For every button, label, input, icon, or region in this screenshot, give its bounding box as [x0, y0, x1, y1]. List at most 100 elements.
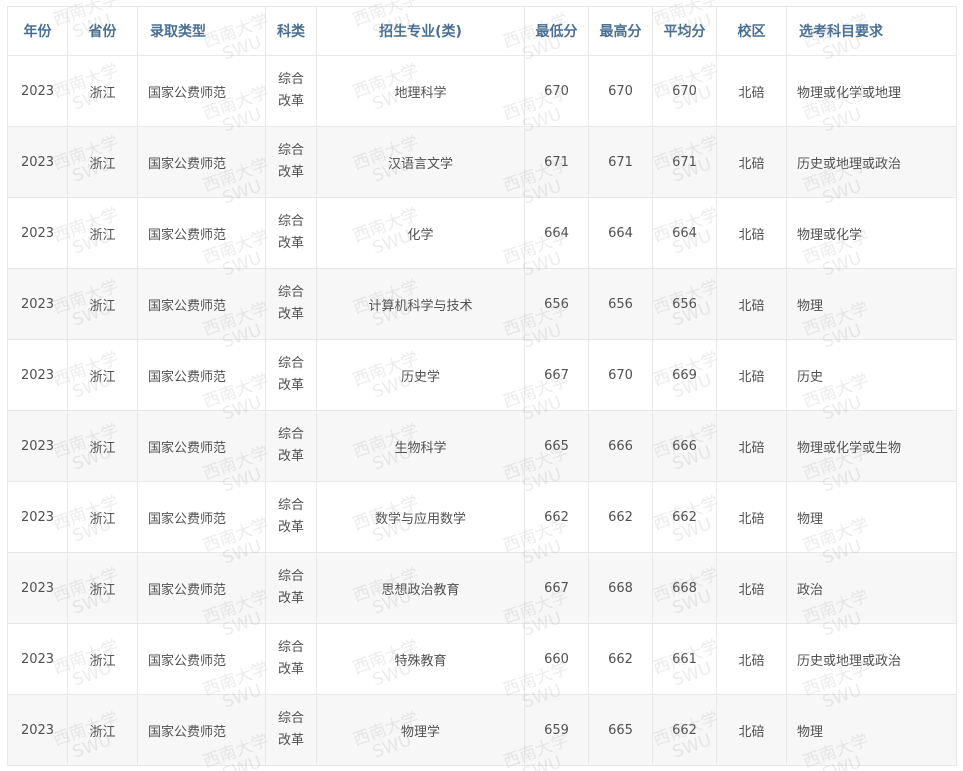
- cell-min-score: 656: [524, 268, 589, 340]
- admission-score-table: 年份 省份 录取类型 科类 招生专业(类) 最低分 最高分 平均分 校区 选考科…: [7, 6, 957, 766]
- cell-campus: 北碚: [716, 552, 787, 624]
- cell-max-score: 666: [588, 410, 653, 482]
- cell-admission-type: 国家公费师范: [137, 126, 266, 198]
- cell-subject-requirements: 物理或化学或生物: [786, 410, 957, 482]
- cell-min-score: 667: [524, 339, 589, 411]
- table-row: 2023 浙江 国家公费师范 综合 改革 数学与应用数学 662 662 662 北碚 物理: [7, 481, 957, 553]
- cell-max-score: 656: [588, 268, 653, 340]
- cell-year: 2023: [7, 623, 68, 695]
- header-subject-requirements: 选考科目要求: [786, 6, 957, 56]
- cell-year: 2023: [7, 481, 68, 553]
- cell-year: 2023: [7, 552, 68, 624]
- cell-avg-score: 669: [652, 339, 717, 411]
- cell-major: 思想政治教育: [316, 552, 525, 624]
- header-year: 年份: [7, 6, 68, 56]
- cell-subject-requirements: 物理: [786, 694, 957, 766]
- table-row: 2023 浙江 国家公费师范 综合 改革 物理学 659 665 662 北碚 物理: [7, 694, 957, 766]
- cell-major: 物理学: [316, 694, 525, 766]
- cell-campus: 北碚: [716, 126, 787, 198]
- header-row: 年份 省份 录取类型 科类 招生专业(类) 最低分 最高分 平均分 校区 选考科…: [7, 6, 957, 56]
- cell-min-score: 665: [524, 410, 589, 482]
- cell-min-score: 662: [524, 481, 589, 553]
- cell-category: 综合 改革: [265, 623, 317, 695]
- table-row: 2023 浙江 国家公费师范 综合 改革 地理科学 670 670 670 北碚 物理或化学或地理: [7, 55, 957, 127]
- cell-max-score: 662: [588, 623, 653, 695]
- table-row: 2023 浙江 国家公费师范 综合 改革 生物科学 665 666 666 北碚 物理或化学或生物: [7, 410, 957, 482]
- cell-avg-score: 668: [652, 552, 717, 624]
- cell-category: 综合 改革: [265, 694, 317, 766]
- cell-category: 综合 改革: [265, 197, 317, 269]
- cell-max-score: 664: [588, 197, 653, 269]
- cell-avg-score: 656: [652, 268, 717, 340]
- cell-province: 浙江: [67, 339, 138, 411]
- cell-subject-requirements: 历史: [786, 339, 957, 411]
- cell-max-score: 668: [588, 552, 653, 624]
- admission-score-table-container: 年份 省份 录取类型 科类 招生专业(类) 最低分 最高分 平均分 校区 选考科…: [7, 6, 957, 766]
- table-row: 2023 浙江 国家公费师范 综合 改革 思想政治教育 667 668 668 北碚 政治: [7, 552, 957, 624]
- cell-max-score: 662: [588, 481, 653, 553]
- cell-max-score: 671: [588, 126, 653, 198]
- cell-province: 浙江: [67, 55, 138, 127]
- cell-min-score: 659: [524, 694, 589, 766]
- cell-max-score: 670: [588, 55, 653, 127]
- cell-avg-score: 664: [652, 197, 717, 269]
- cell-category: 综合 改革: [265, 410, 317, 482]
- cell-admission-type: 国家公费师范: [137, 410, 266, 482]
- cell-subject-requirements: 物理或化学或地理: [786, 55, 957, 127]
- cell-year: 2023: [7, 694, 68, 766]
- cell-avg-score: 666: [652, 410, 717, 482]
- cell-min-score: 671: [524, 126, 589, 198]
- cell-campus: 北碚: [716, 268, 787, 340]
- cell-category: 综合 改革: [265, 126, 317, 198]
- cell-province: 浙江: [67, 410, 138, 482]
- table-row: 2023 浙江 国家公费师范 综合 改革 汉语言文学 671 671 671 北碚 历史或地理或政治: [7, 126, 957, 198]
- cell-avg-score: 661: [652, 623, 717, 695]
- cell-subject-requirements: 历史或地理或政治: [786, 126, 957, 198]
- cell-avg-score: 670: [652, 55, 717, 127]
- cell-campus: 北碚: [716, 481, 787, 553]
- cell-admission-type: 国家公费师范: [137, 268, 266, 340]
- cell-max-score: 670: [588, 339, 653, 411]
- cell-admission-type: 国家公费师范: [137, 481, 266, 553]
- cell-avg-score: 662: [652, 694, 717, 766]
- cell-category: 综合 改革: [265, 552, 317, 624]
- table-header: 年份 省份 录取类型 科类 招生专业(类) 最低分 最高分 平均分 校区 选考科…: [7, 6, 957, 56]
- cell-major: 历史学: [316, 339, 525, 411]
- cell-campus: 北碚: [716, 623, 787, 695]
- cell-min-score: 670: [524, 55, 589, 127]
- cell-major: 计算机科学与技术: [316, 268, 525, 340]
- cell-year: 2023: [7, 126, 68, 198]
- cell-min-score: 660: [524, 623, 589, 695]
- cell-admission-type: 国家公费师范: [137, 552, 266, 624]
- cell-avg-score: 662: [652, 481, 717, 553]
- header-province: 省份: [67, 6, 138, 56]
- cell-admission-type: 国家公费师范: [137, 623, 266, 695]
- table-row: 2023 浙江 国家公费师范 综合 改革 历史学 667 670 669 北碚 历史: [7, 339, 957, 411]
- table-row: 2023 浙江 国家公费师范 综合 改革 特殊教育 660 662 661 北碚 历史或地理或政治: [7, 623, 957, 695]
- cell-year: 2023: [7, 55, 68, 127]
- header-major: 招生专业(类): [316, 6, 525, 56]
- cell-major: 汉语言文学: [316, 126, 525, 198]
- cell-subject-requirements: 历史或地理或政治: [786, 623, 957, 695]
- cell-subject-requirements: 政治: [786, 552, 957, 624]
- cell-major: 生物科学: [316, 410, 525, 482]
- cell-subject-requirements: 物理或化学: [786, 197, 957, 269]
- header-admission-type: 录取类型: [137, 6, 266, 56]
- cell-admission-type: 国家公费师范: [137, 55, 266, 127]
- cell-province: 浙江: [67, 197, 138, 269]
- cell-avg-score: 671: [652, 126, 717, 198]
- header-category: 科类: [265, 6, 317, 56]
- cell-subject-requirements: 物理: [786, 481, 957, 553]
- cell-province: 浙江: [67, 481, 138, 553]
- cell-province: 浙江: [67, 126, 138, 198]
- cell-category: 综合 改革: [265, 339, 317, 411]
- cell-admission-type: 国家公费师范: [137, 197, 266, 269]
- cell-major: 特殊教育: [316, 623, 525, 695]
- cell-major: 化学: [316, 197, 525, 269]
- cell-campus: 北碚: [716, 197, 787, 269]
- cell-campus: 北碚: [716, 410, 787, 482]
- header-campus: 校区: [716, 6, 787, 56]
- cell-category: 综合 改革: [265, 268, 317, 340]
- cell-category: 综合 改革: [265, 481, 317, 553]
- cell-campus: 北碚: [716, 339, 787, 411]
